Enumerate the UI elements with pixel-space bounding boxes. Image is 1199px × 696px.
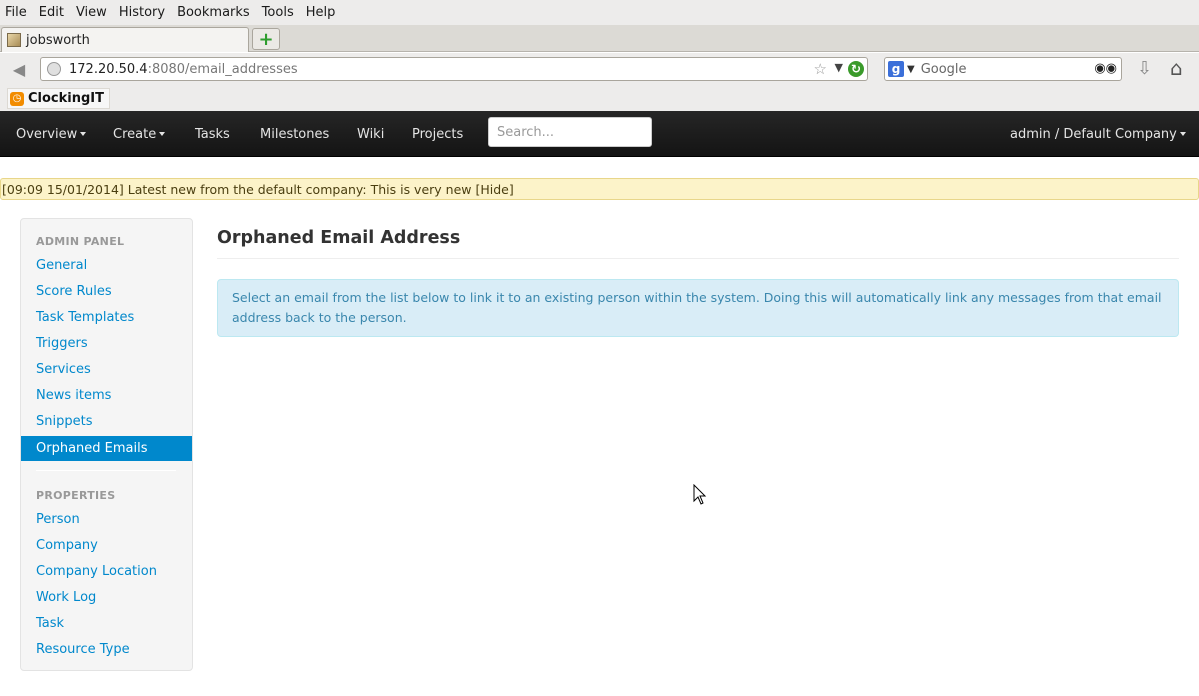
title-divider <box>217 258 1179 259</box>
menu-help[interactable]: Help <box>306 5 336 20</box>
app-search-input[interactable] <box>488 117 652 147</box>
bookmark-star-icon[interactable]: ☆ <box>814 60 827 78</box>
binoculars-icon[interactable]: ◉◉ <box>1094 61 1117 76</box>
tab-strip: jobsworth + <box>0 25 1199 52</box>
nav-create-label: Create <box>113 126 157 142</box>
page-favicon-icon <box>7 33 21 47</box>
menu-tools[interactable]: Tools <box>262 5 294 20</box>
sidebar-item-person[interactable]: Person <box>36 512 80 527</box>
nav-tasks[interactable]: Tasks <box>195 111 230 157</box>
sidebar-divider <box>36 470 176 471</box>
nav-milestones[interactable]: Milestones <box>260 111 329 157</box>
sidebar-header-properties: PROPERTIES <box>36 489 116 502</box>
sidebar-item-task-templates[interactable]: Task Templates <box>36 310 134 325</box>
sidebar-item-score-rules[interactable]: Score Rules <box>36 284 112 299</box>
back-button[interactable]: ◀ <box>4 57 34 81</box>
menu-file[interactable]: File <box>5 5 27 20</box>
url-host: 172.20.50.4 <box>69 61 148 77</box>
admin-sidebar: ADMIN PANEL General Score Rules Task Tem… <box>20 218 193 671</box>
menu-bookmarks[interactable]: Bookmarks <box>177 5 250 20</box>
sidebar-item-task[interactable]: Task <box>36 616 64 631</box>
menu-history[interactable]: History <box>119 5 165 20</box>
news-banner: [09:09 15/01/2014] Latest new from the d… <box>0 178 1199 200</box>
search-engine-dropdown-icon[interactable]: ▼ <box>907 64 915 75</box>
browser-navbar: ◀ 172.20.50.4:8080/email_addresses ☆ ▼ ↻… <box>0 53 1199 86</box>
tab-title: jobsworth <box>26 32 90 48</box>
nav-overview[interactable]: Overview <box>16 111 87 157</box>
user-menu-label: admin / Default Company <box>1010 126 1177 142</box>
search-placeholder: Google <box>920 61 967 77</box>
sidebar-item-news-items[interactable]: News items <box>36 388 111 403</box>
bookmark-clockingit[interactable]: ◷ ClockingIT <box>7 88 111 109</box>
browser-search-box[interactable]: g ▼ Google ◉◉ <box>884 57 1122 81</box>
sidebar-item-work-log[interactable]: Work Log <box>36 590 96 605</box>
downloads-icon[interactable]: ⇩ <box>1137 58 1152 79</box>
plus-icon: + <box>258 28 274 50</box>
news-hide-link[interactable]: [Hide] <box>475 182 513 197</box>
sidebar-item-company[interactable]: Company <box>36 538 98 553</box>
nav-wiki[interactable]: Wiki <box>357 111 384 157</box>
mouse-pointer-icon <box>693 484 707 505</box>
globe-icon <box>47 62 61 76</box>
clock-icon: ◷ <box>10 91 24 106</box>
caret-down-icon <box>159 132 166 136</box>
bookmark-label: ClockingIT <box>28 91 105 106</box>
google-engine-icon[interactable]: g <box>888 61 904 77</box>
sidebar-item-orphaned-emails[interactable]: Orphaned Emails <box>21 436 192 461</box>
reload-icon[interactable]: ↻ <box>848 61 864 77</box>
caret-down-icon <box>80 132 87 136</box>
url-history-dropdown-icon[interactable]: ▼ <box>835 61 843 74</box>
url-bar[interactable]: 172.20.50.4:8080/email_addresses ☆ ▼ ↻ <box>40 57 868 81</box>
url-path: :8080/email_addresses <box>147 61 298 77</box>
sidebar-item-services[interactable]: Services <box>36 362 91 377</box>
new-tab-button[interactable]: + <box>252 28 280 50</box>
home-icon[interactable]: ⌂ <box>1170 56 1183 80</box>
sidebar-item-company-location[interactable]: Company Location <box>36 564 157 579</box>
sidebar-item-snippets[interactable]: Snippets <box>36 414 92 429</box>
user-menu[interactable]: admin / Default Company <box>1010 111 1186 157</box>
menu-view[interactable]: View <box>76 5 107 20</box>
caret-down-icon <box>1179 132 1186 136</box>
nav-projects[interactable]: Projects <box>412 111 463 157</box>
app-navbar: Overview Create Tasks Milestones Wiki Pr… <box>0 111 1199 157</box>
page-title: Orphaned Email Address <box>217 228 461 248</box>
info-alert: Select an email from the list below to l… <box>217 279 1179 337</box>
menu-edit[interactable]: Edit <box>39 5 64 20</box>
sidebar-item-general[interactable]: General <box>36 258 87 273</box>
news-text: [09:09 15/01/2014] Latest new from the d… <box>2 181 472 197</box>
bookmarks-toolbar: ◷ ClockingIT <box>0 86 1199 111</box>
sidebar-item-resource-type[interactable]: Resource Type <box>36 642 130 657</box>
nav-overview-label: Overview <box>16 126 78 142</box>
back-arrow-icon: ◀ <box>12 59 26 79</box>
browser-menubar: File Edit View History Bookmarks Tools H… <box>0 0 1199 25</box>
sidebar-item-triggers[interactable]: Triggers <box>36 336 88 351</box>
browser-tab[interactable]: jobsworth <box>1 27 249 52</box>
sidebar-header-admin: ADMIN PANEL <box>36 235 125 248</box>
nav-create[interactable]: Create <box>113 111 166 157</box>
